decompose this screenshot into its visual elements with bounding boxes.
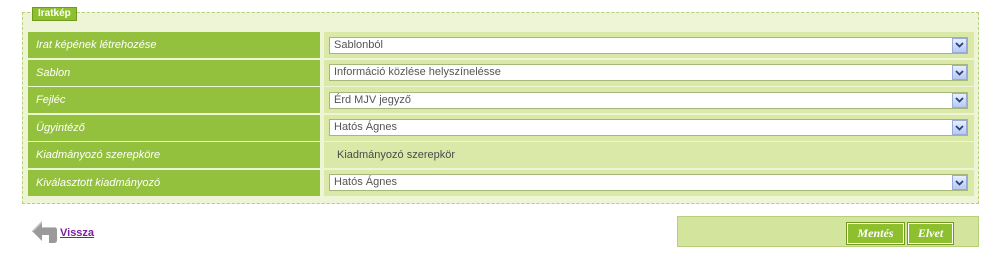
save-button[interactable]: Mentés [846,222,905,245]
form-row-create-mode: Irat képének létrehozése Sablonból [28,32,974,58]
row-label: Irat képének létrehozése [28,32,320,58]
form-row-administrator: Ügyintéző Hatós Ágnes [28,114,974,141]
form-row-selected-signer: Kiválasztott kiadmányozó Hatós Ágnes [28,169,974,196]
header-select[interactable]: Érd MJV jegyző [329,91,968,109]
chevron-down-icon[interactable] [952,120,967,136]
selected-signer-select[interactable]: Hatós Ágnes [329,174,968,192]
administrator-select[interactable]: Hatós Ágnes [329,119,968,137]
chevron-down-icon[interactable] [952,175,967,191]
row-label: Kiadmányozó szerepköre [28,142,320,169]
row-label: Fejléc [28,87,320,114]
signer-role-value: Kiadmányozó szerepkör [337,149,456,162]
section-legend: Iratkép [32,7,77,21]
row-label: Kiválasztott kiadmányozó [28,169,320,196]
chevron-down-icon[interactable] [952,65,967,81]
select-value: Információ közlése helyszínelésse [334,66,501,79]
chevron-down-icon[interactable] [952,37,967,53]
form-row-header: Fejléc Érd MJV jegyző [28,87,974,114]
create-mode-select[interactable]: Sablonból [329,36,968,54]
back-arrow-icon[interactable] [30,218,58,247]
chevron-down-icon[interactable] [952,92,967,108]
form-row-template: Sablon Információ közlése helyszínelésse [28,59,974,86]
select-value: Érd MJV jegyző [334,93,412,106]
template-select[interactable]: Információ közlése helyszínelésse [329,64,968,82]
select-value: Sablonból [334,38,383,51]
row-label: Sablon [28,59,320,86]
form-row-signer-role: Kiadmányozó szerepköre Kiadmányozó szere… [28,142,974,169]
select-value: Hatós Ágnes [334,176,397,189]
back-link[interactable]: Vissza [60,227,94,239]
form-rows: Irat képének létrehozése Sablonból Sablo… [28,32,974,198]
back-link-group[interactable]: Vissza [30,218,94,247]
action-bar: Mentés Elvet [677,216,979,247]
select-value: Hatós Ágnes [334,121,397,134]
row-label: Ügyintéző [28,114,320,141]
reject-button[interactable]: Elvet [907,222,954,245]
